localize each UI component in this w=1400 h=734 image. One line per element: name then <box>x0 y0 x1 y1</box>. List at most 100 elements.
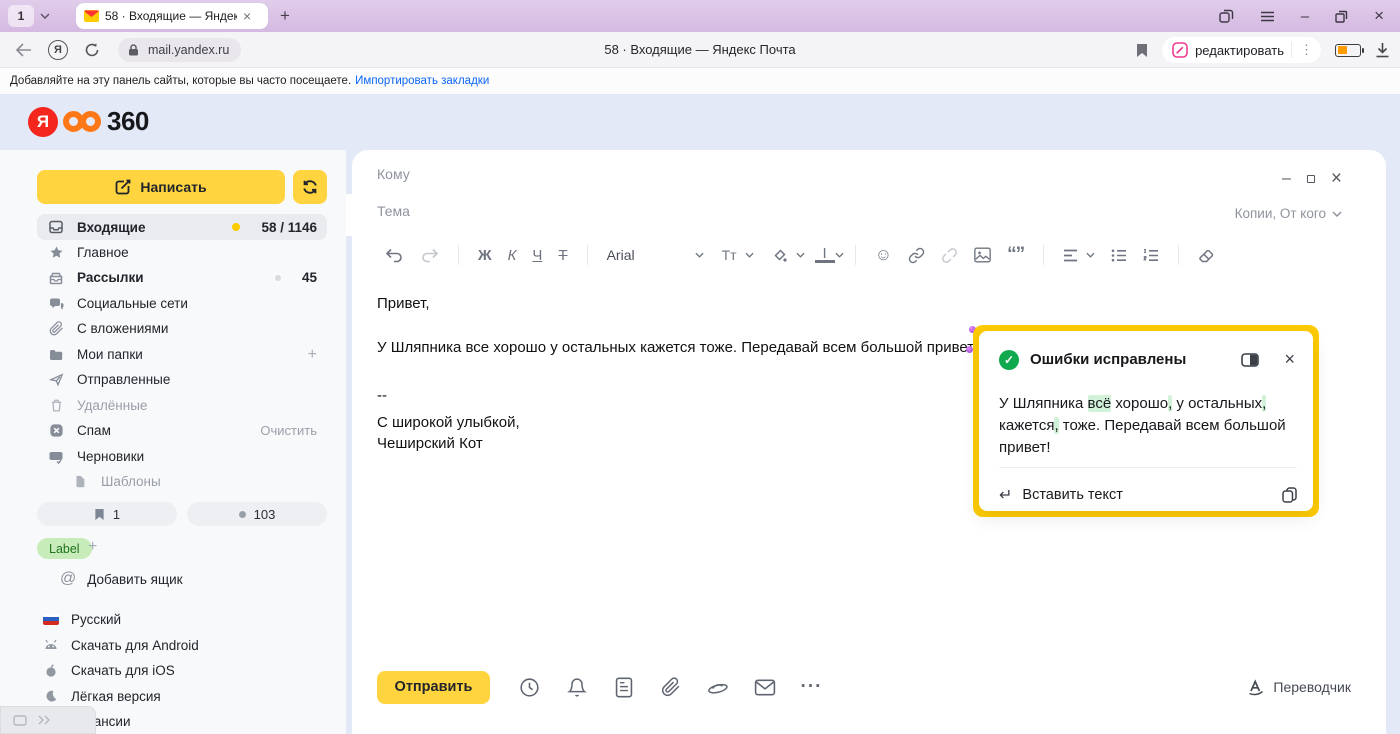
undo-icon[interactable] <box>377 248 412 263</box>
drafts-icon <box>48 449 64 465</box>
add-folder-button[interactable]: + <box>308 346 317 364</box>
sidebar-item-my-folders[interactable]: Мои папки + <box>37 342 327 367</box>
folder-count: 58 / 1146 <box>261 220 317 235</box>
more-actions-icon[interactable]: ··· <box>788 676 835 698</box>
speller-dot-icon[interactable] <box>966 346 973 353</box>
align-icon[interactable] <box>1055 249 1086 262</box>
download-android-link[interactable]: Скачать для Android <box>43 634 323 656</box>
light-version-link[interactable]: Лёгкая версия <box>43 685 323 707</box>
translator-button[interactable]: Переводчик <box>1247 678 1351 696</box>
collapsed-widget[interactable] <box>0 706 96 734</box>
insert-text-button[interactable]: Вставить текст <box>1022 487 1122 503</box>
to-field[interactable] <box>377 166 677 182</box>
redo-icon[interactable] <box>412 248 447 263</box>
menu-icon[interactable] <box>1260 11 1275 22</box>
copy-icon[interactable] <box>1282 487 1297 503</box>
chevron-down-icon[interactable] <box>745 252 754 258</box>
new-tab-button[interactable]: + <box>280 6 290 26</box>
cc-from-toggle[interactable]: Копии, От кого <box>1235 206 1342 221</box>
edit-button[interactable]: редактировать ⋮ <box>1162 37 1321 63</box>
browser-tab[interactable]: 58 · Входящие — Яндекс Почта × <box>76 3 268 29</box>
downloads-icon[interactable] <box>1375 42 1390 58</box>
insert-image-icon[interactable] <box>966 247 999 263</box>
refresh-button[interactable] <box>293 170 327 204</box>
folder-label: Спам <box>77 423 111 438</box>
quote-icon[interactable]: “” <box>999 244 1032 266</box>
import-bookmarks-link[interactable]: Импортировать закладки <box>355 75 489 87</box>
text-color-button[interactable]: I <box>815 247 835 263</box>
yandex-360-logo[interactable]: Я 360 <box>28 106 149 137</box>
send-button[interactable]: Отправить <box>377 671 490 704</box>
protect-icon[interactable]: Я <box>48 40 68 60</box>
edit-more-icon[interactable]: ⋮ <box>1291 42 1313 58</box>
add-mailbox-button[interactable]: @ Добавить ящик <box>60 570 183 588</box>
tab-counter[interactable]: 1 <box>8 5 34 27</box>
compose-pen-icon <box>115 179 131 195</box>
bold-button[interactable]: Ж <box>470 247 500 264</box>
logo-360-label: 360 <box>107 106 149 137</box>
window-restore-icon[interactable] <box>1335 10 1348 23</box>
panels-icon[interactable] <box>1219 9 1234 24</box>
chevron-down-icon[interactable] <box>695 252 704 258</box>
bookmark-icon[interactable] <box>1136 43 1148 58</box>
italic-button[interactable]: К <box>500 247 525 264</box>
disk-attach-icon[interactable] <box>694 678 741 696</box>
unread-filter-pill[interactable]: 103 <box>187 502 327 526</box>
sidebar-item-main[interactable]: Главное <box>37 240 327 265</box>
cc-from-label: Копии, От кого <box>1235 206 1326 221</box>
link-icon[interactable] <box>900 247 933 264</box>
compose-minimize-icon[interactable]: – <box>1282 170 1291 188</box>
bullet-list-icon[interactable] <box>1103 249 1135 262</box>
check-circle-icon: ✓ <box>999 350 1019 370</box>
compose-close-icon[interactable]: × <box>1331 168 1342 190</box>
add-label-button[interactable]: + <box>88 538 97 556</box>
emoji-icon[interactable]: ☺ <box>867 245 900 265</box>
back-icon[interactable] <box>16 43 32 57</box>
tab-close-icon[interactable]: × <box>243 9 251 23</box>
mail-attach-icon[interactable] <box>741 679 788 696</box>
sidebar-item-inbox[interactable]: Входящие 58 / 1146 <box>37 214 327 240</box>
subject-field[interactable] <box>377 203 677 219</box>
compose-expand-icon[interactable] <box>1307 175 1315 183</box>
underline-button[interactable]: Ч <box>524 247 550 264</box>
clear-spam-button[interactable]: Очистить <box>260 423 317 438</box>
eraser-icon[interactable] <box>1190 248 1223 263</box>
sidebar-item-templates[interactable]: Шаблоны <box>37 469 327 494</box>
highlight-color-icon[interactable] <box>764 247 796 263</box>
unlink-icon[interactable] <box>933 247 966 264</box>
popup-title: Ошибки исправлены <box>1030 351 1230 368</box>
label-chip[interactable]: Label <box>37 538 92 559</box>
numbered-list-icon[interactable] <box>1135 249 1167 262</box>
attach-file-icon[interactable] <box>647 677 694 697</box>
flagged-filter-pill[interactable]: 1 <box>37 502 177 526</box>
sidebar-item-social[interactable]: Социальные сети <box>37 291 327 316</box>
chat-bubbles-icon <box>48 296 64 312</box>
sidebar-item-sent[interactable]: Отправленные <box>37 367 327 392</box>
chevron-down-icon[interactable] <box>835 252 844 258</box>
font-family-select[interactable]: Arial <box>599 247 695 263</box>
download-ios-link[interactable]: Скачать для iOS <box>43 659 323 681</box>
tab-list-chevron-icon[interactable] <box>40 13 50 19</box>
sidebar-item-drafts[interactable]: Черновики <box>37 444 327 469</box>
sidebar-item-mailings[interactable]: Рассылки 45 <box>37 265 327 290</box>
sidebar-item-spam[interactable]: Спам Очистить <box>37 418 327 443</box>
compose-button-label: Написать <box>140 179 206 195</box>
reminder-bell-icon[interactable] <box>553 677 600 698</box>
window-close-icon[interactable]: × <box>1374 6 1384 26</box>
sidebar-item-trash[interactable]: Удалённые <box>37 393 327 418</box>
font-size-select[interactable]: Tт <box>714 247 745 263</box>
language-link[interactable]: Русский <box>43 608 323 630</box>
moon-icon <box>43 689 59 703</box>
chevron-down-icon[interactable] <box>1086 252 1095 258</box>
schedule-clock-icon[interactable] <box>506 677 553 698</box>
reload-icon[interactable] <box>84 42 100 58</box>
window-minimize-icon[interactable]: – <box>1301 8 1309 25</box>
strikethrough-button[interactable]: T <box>550 247 575 264</box>
notes-icon[interactable] <box>600 677 647 698</box>
chevron-down-icon[interactable] <box>796 252 805 258</box>
popup-close-icon[interactable]: × <box>1284 349 1295 370</box>
address-bar[interactable]: mail.yandex.ru <box>118 38 241 62</box>
side-panel-icon[interactable] <box>1241 353 1259 367</box>
compose-button[interactable]: Написать <box>37 170 285 204</box>
sidebar-item-attachments[interactable]: С вложениями <box>37 316 327 341</box>
